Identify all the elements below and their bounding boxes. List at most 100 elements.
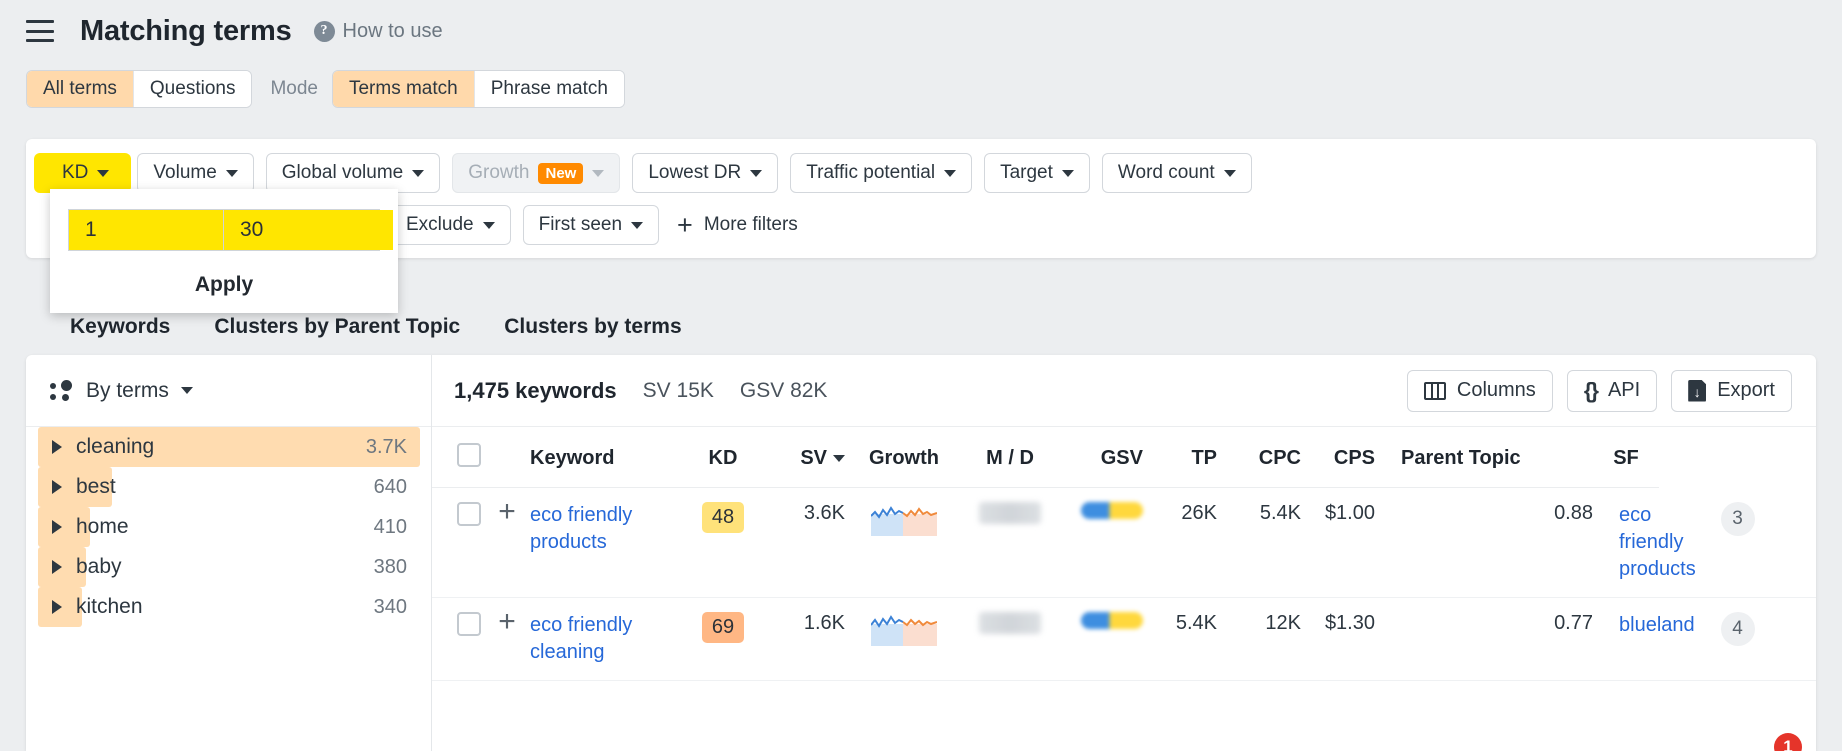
term-label: best: [76, 475, 116, 498]
terms-type-segment: All terms Questions: [26, 70, 253, 108]
select-all-checkbox[interactable]: [457, 443, 481, 467]
chevron-down-icon: [225, 169, 238, 177]
columns-icon: [1423, 381, 1446, 400]
row-sv-cell: 3.6K: [759, 487, 845, 598]
col-cpc[interactable]: CPC: [1217, 427, 1301, 488]
row-select-cell: [432, 487, 484, 598]
filter-traffic-potential[interactable]: Traffic potential: [790, 153, 973, 193]
tab-questions[interactable]: Questions: [133, 71, 252, 107]
table-head: Keyword KD SV Growth M / D GSV TP CPC CP…: [432, 427, 1816, 488]
col-cps[interactable]: CPS: [1301, 427, 1375, 488]
group-by-selector[interactable]: By terms: [26, 355, 431, 427]
table-row[interactable]: + eco friendly products 48 3.6K 26K 5.4K…: [432, 487, 1816, 598]
api-button[interactable]: {} API: [1566, 369, 1658, 412]
col-parent-topic[interactable]: Parent Topic: [1375, 427, 1593, 488]
filter-kd[interactable]: KD: [46, 153, 126, 193]
row-md-cell: [963, 487, 1057, 598]
md-distribution-bar: [1081, 612, 1143, 629]
export-button[interactable]: ↓ Export: [1671, 369, 1792, 412]
row-cpc-cell: $1.00: [1301, 487, 1375, 598]
kd-badge: 48: [702, 502, 744, 533]
braces-icon: {}: [1583, 377, 1599, 403]
row-tp-cell: 12K: [1217, 597, 1301, 681]
tab-all-terms[interactable]: All terms: [27, 71, 134, 107]
filter-exclude[interactable]: Exclude: [390, 205, 511, 245]
col-kd[interactable]: KD: [687, 427, 759, 488]
tab-clusters-by-parent-topic[interactable]: Clusters by Parent Topic: [192, 315, 482, 355]
col-sv[interactable]: SV: [759, 427, 845, 488]
how-to-use-link[interactable]: ? How to use: [313, 19, 443, 43]
keyword-link[interactable]: eco friendly cleaning: [530, 612, 687, 666]
columns-button[interactable]: Columns: [1406, 369, 1553, 412]
api-label: API: [1607, 379, 1641, 401]
plus-icon[interactable]: +: [498, 495, 516, 528]
filter-target[interactable]: Target: [984, 153, 1090, 193]
filter-lowest-dr-label: Lowest DR: [648, 162, 742, 183]
tab-phrase-match[interactable]: Phrase match: [474, 71, 624, 107]
sparkline-chart: [870, 612, 938, 646]
filter-growth[interactable]: Growth New: [452, 153, 621, 193]
filter-global-volume[interactable]: Global volume: [265, 153, 441, 193]
filter-lowest-dr[interactable]: Lowest DR: [632, 153, 779, 193]
growth-blurred-value: [979, 502, 1041, 524]
kd-to-input[interactable]: [224, 210, 379, 250]
tab-clusters-by-terms[interactable]: Clusters by terms: [482, 315, 703, 355]
plus-icon[interactable]: +: [498, 605, 516, 638]
notification-badge[interactable]: 1: [1774, 733, 1802, 751]
row-kd-cell: 69: [687, 597, 759, 681]
row-gsv-value-cell: 26K: [1143, 487, 1217, 598]
row-gsv-cell: [1057, 597, 1143, 681]
md-distribution-bar: [1081, 502, 1143, 519]
chevron-right-icon: [52, 480, 62, 494]
keyword-link[interactable]: eco friendly products: [530, 502, 687, 556]
row-cps-cell: 0.77: [1375, 597, 1593, 681]
chevron-down-icon: [944, 169, 957, 177]
col-select-all: [432, 427, 484, 488]
col-md[interactable]: M / D: [963, 427, 1057, 488]
term-label: kitchen: [76, 595, 143, 618]
row-checkbox[interactable]: [457, 612, 481, 636]
table-row[interactable]: + eco friendly cleaning 69 1.6K 5.4K 12K…: [432, 597, 1816, 681]
sidebar-term-best[interactable]: best 640: [26, 467, 431, 507]
chevron-down-icon: [1223, 169, 1236, 177]
kd-from-input[interactable]: [69, 210, 224, 250]
filter-first-seen[interactable]: First seen: [522, 205, 660, 245]
col-growth[interactable]: Growth: [845, 427, 963, 488]
terms-sidebar: By terms cleaning 3.7K best 640 home 410: [26, 355, 432, 751]
term-label: cleaning: [76, 435, 155, 458]
row-kd-cell: 48: [687, 487, 759, 598]
parent-topic-link[interactable]: blueland: [1619, 612, 1695, 639]
tab-keywords[interactable]: Keywords: [48, 315, 192, 355]
parent-topic-link[interactable]: eco friendly products: [1619, 502, 1696, 583]
how-to-use-label: How to use: [342, 19, 443, 42]
term-label: baby: [76, 555, 122, 578]
filter-volume[interactable]: Volume: [137, 153, 254, 193]
col-keyword[interactable]: Keyword: [530, 427, 687, 488]
sparkline-svg: [870, 506, 938, 536]
col-expand: [484, 427, 530, 488]
table-body: + eco friendly products 48 3.6K 26K 5.4K…: [432, 487, 1816, 681]
sidebar-term-home[interactable]: home 410: [26, 507, 431, 547]
sort-desc-icon: [833, 454, 845, 462]
term-label: home: [76, 515, 129, 538]
row-parent-topic-cell: eco friendly products: [1593, 487, 1696, 598]
keyword-count: 1,475 keywords: [454, 377, 617, 403]
term-count: 3.7K: [365, 435, 407, 458]
tab-terms-match[interactable]: Terms match: [332, 71, 475, 107]
chevron-down-icon: [592, 169, 605, 177]
kd-apply-button[interactable]: Apply: [50, 259, 398, 311]
sidebar-term-cleaning[interactable]: cleaning 3.7K: [26, 427, 431, 467]
filter-word-count[interactable]: Word count: [1101, 153, 1252, 193]
col-gsv[interactable]: GSV: [1057, 427, 1143, 488]
col-sf[interactable]: SF: [1593, 427, 1659, 488]
hamburger-icon[interactable]: [26, 20, 54, 42]
sidebar-term-kitchen[interactable]: kitchen 340: [26, 587, 431, 627]
filter-target-label: Target: [1000, 162, 1053, 183]
page-title: Matching terms: [80, 14, 292, 47]
sidebar-term-baby[interactable]: baby 380: [26, 547, 431, 587]
row-checkbox[interactable]: [457, 502, 481, 526]
more-filters-button[interactable]: + More filters: [677, 211, 798, 238]
col-tp[interactable]: TP: [1143, 427, 1217, 488]
row-keyword-cell: eco friendly products: [530, 487, 687, 598]
row-gsv-value-cell: 5.4K: [1143, 597, 1217, 681]
